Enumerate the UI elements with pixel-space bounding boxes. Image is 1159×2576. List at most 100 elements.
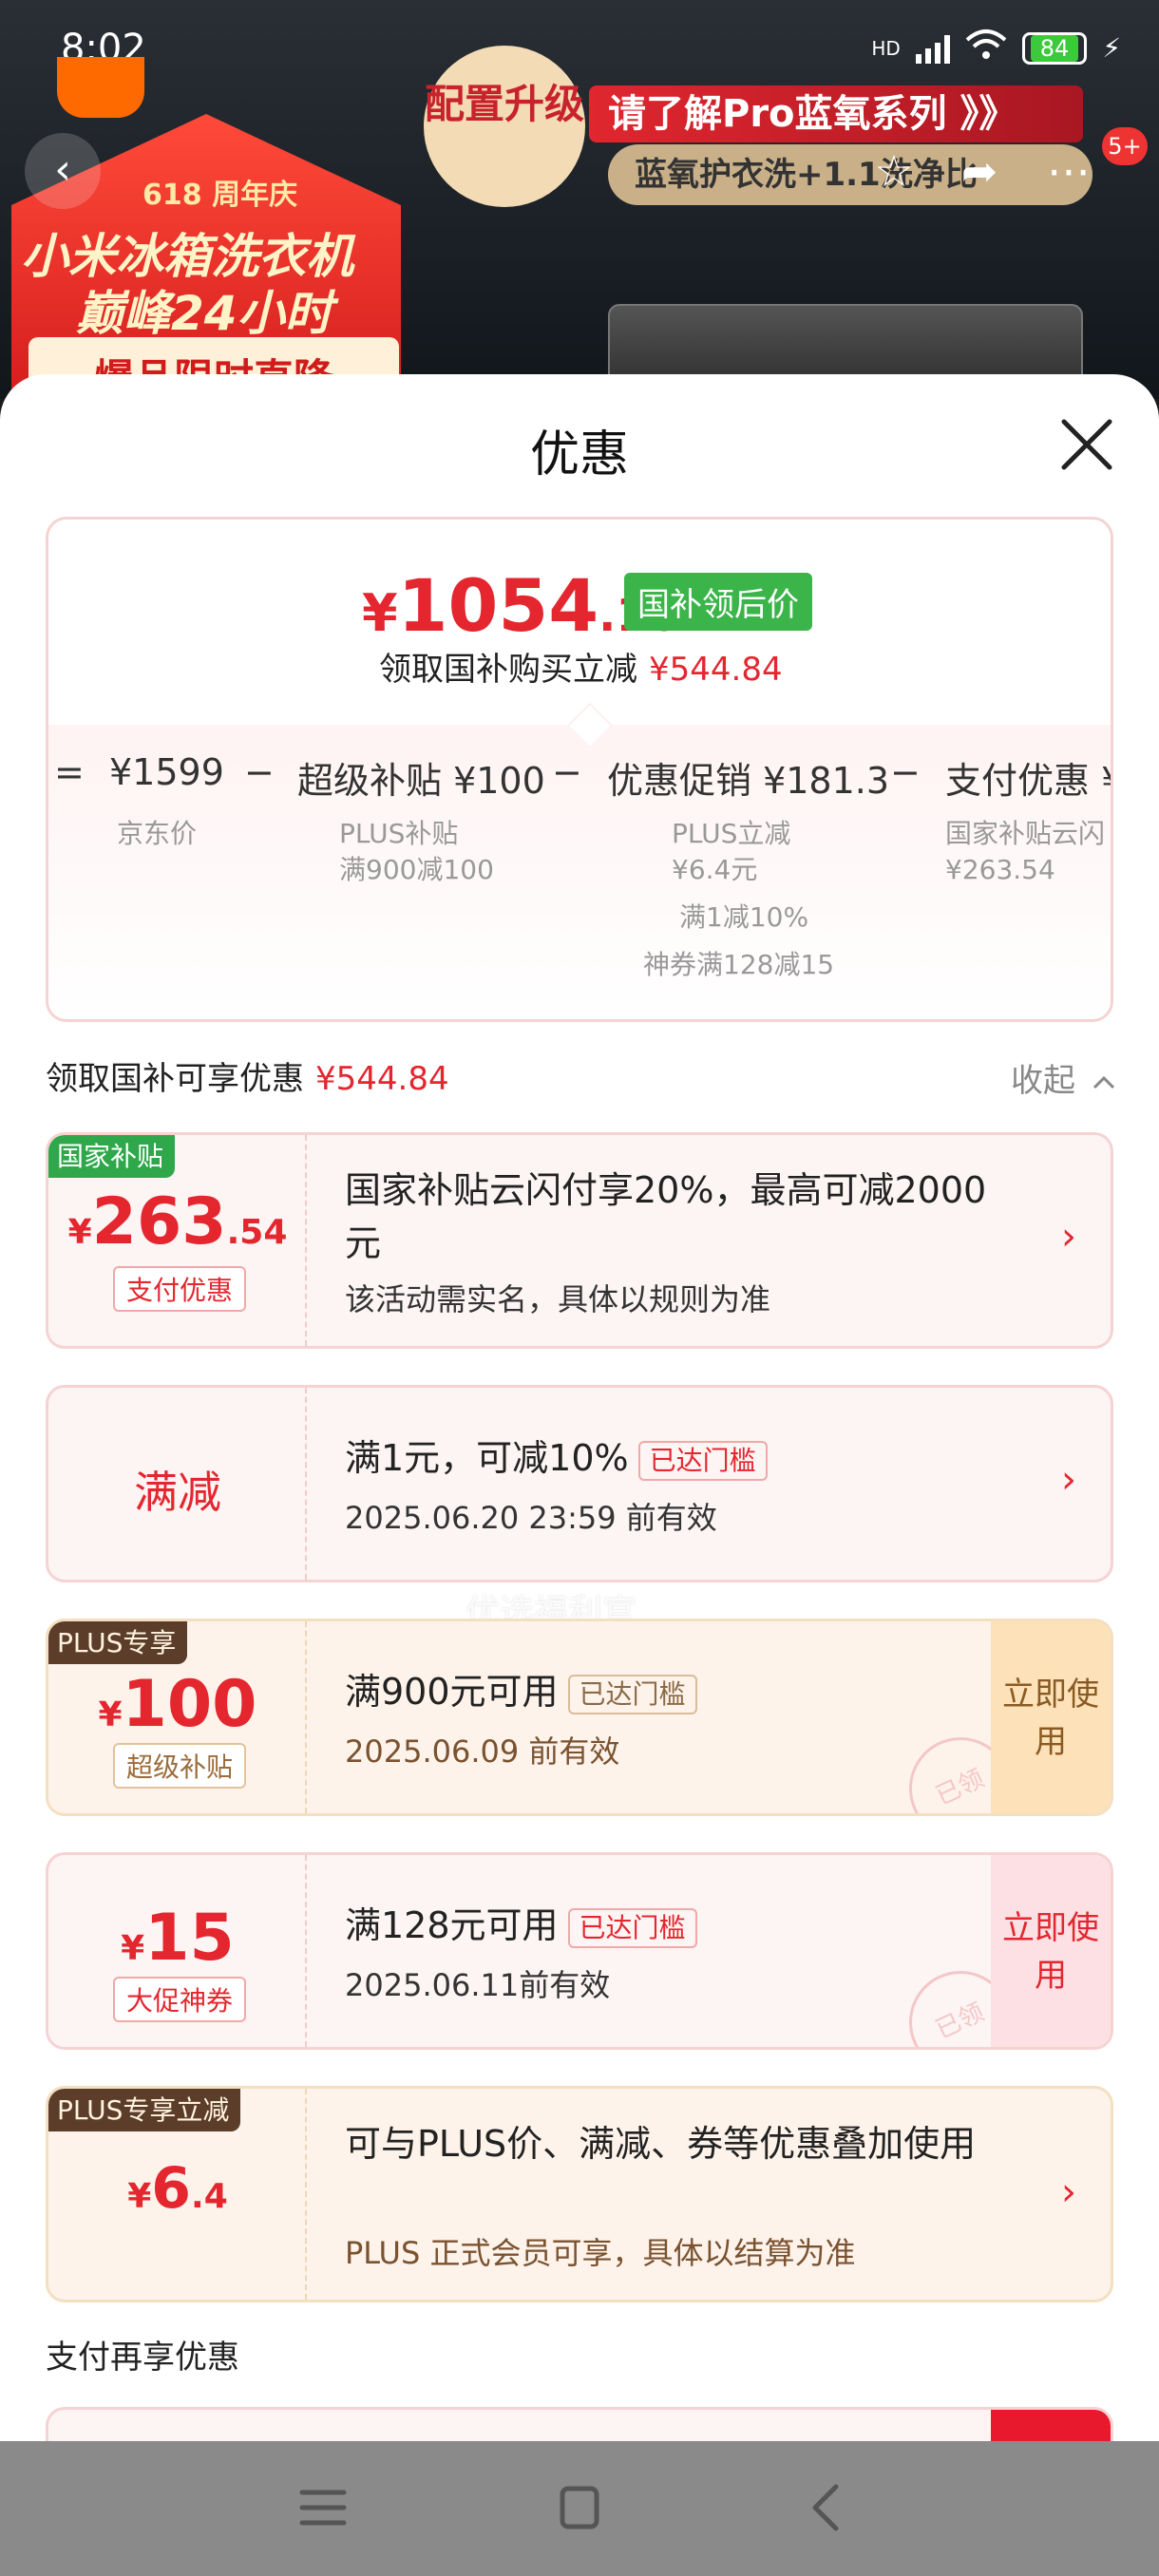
amount-integer: 15: [144, 1901, 235, 1976]
battery-level: 84: [1030, 34, 1079, 62]
use-now-button[interactable]: 立即使用: [991, 1621, 1111, 1813]
calc-promo-sub4: 神券满128减15: [643, 949, 835, 980]
calc-payment: 支付优惠 ¥: [945, 760, 1113, 802]
final-note-text: 领取国补购买立减: [379, 651, 637, 689]
calc-promotion: 优惠促销 ¥181.3: [607, 760, 890, 802]
calc-super-sub2: 满900减100: [339, 854, 494, 885]
coupon-desc: 2025.06.20 23:59 前有效: [345, 1500, 717, 1536]
use-now-button[interactable]: 立即使用: [991, 1855, 1111, 2047]
calc-jd-label: 京东价: [117, 818, 198, 849]
chevron-right-icon: ›: [1061, 2170, 1076, 2214]
coupon-title: 满128元可用 已达门槛: [345, 1899, 697, 1952]
signal-icon: [915, 33, 950, 64]
coupon-tag: PLUS专享立减: [48, 2089, 241, 2131]
coupon-full-reduction[interactable]: 满减 满1元，可减10% 已达门槛 2025.06.20 23:59 前有效 ›: [46, 1385, 1113, 1582]
coupon-subtag: 大促神券: [113, 1977, 246, 2022]
more-icon[interactable]: ⋯: [1036, 138, 1102, 204]
coupon-title: 国家补贴云闪付享20%，最高可减2000元: [345, 1169, 987, 1264]
coupon-plus-instant[interactable]: PLUS专享立减 ¥6.4 可与PLUS价、满减、券等优惠叠加使用 PLUS 正…: [46, 2086, 1113, 2302]
coupon-title-text: 满1元，可减10%: [345, 1437, 629, 1479]
price-breakdown-card: ¥1054.16 国补领后价 领取国补购买立减¥544.84 = ¥1599 京…: [46, 517, 1113, 1022]
calc-promo-sub2: ¥6.4元: [672, 854, 758, 885]
coupon-tag: PLUS专享: [48, 1621, 188, 1664]
back-arrow-icon: [812, 2484, 839, 2531]
calc-super-sub1: PLUS补贴: [339, 818, 459, 849]
calc-pay-sub2: ¥263.54: [945, 854, 1055, 885]
back-button[interactable]: ‹: [25, 133, 101, 209]
price-integer: 1054: [397, 563, 599, 648]
coupon-title-text: 满128元可用: [345, 1904, 559, 1946]
calc-promo-sub1: PLUS立减: [672, 818, 791, 849]
final-note-amount: ¥544.84: [649, 651, 783, 689]
coupon-amount: ¥100: [48, 1667, 307, 1742]
brand-logo: [57, 57, 144, 118]
home-square-icon: [560, 2486, 599, 2529]
system-navigation-bar: [0, 2441, 1159, 2576]
coupon-amount: ¥15: [48, 1901, 307, 1976]
coupon-desc: 2025.06.09 前有效: [345, 1733, 620, 1770]
section-payment-discount: 支付再享优惠: [46, 2339, 239, 2377]
coupon-label: 满减: [134, 1467, 221, 1518]
coupon-amount: ¥263.54: [48, 1184, 307, 1260]
chevron-right-icon: ›: [1061, 1215, 1076, 1259]
price-tag: 国补领后价: [624, 573, 812, 631]
amount-integer: 263: [91, 1184, 227, 1260]
amount-currency: ¥: [98, 1695, 123, 1734]
menu-nav-button[interactable]: [285, 2479, 361, 2536]
calc-promo-sub3: 满1减10%: [679, 901, 809, 933]
coupon-promo-voucher[interactable]: ¥15 大促神券 满128元可用 已达门槛 2025.06.11前有效 已领 立即…: [46, 1852, 1113, 2050]
calc-minus: −: [890, 751, 921, 793]
final-note: 领取国补购买立减 ¥544.84: [379, 643, 783, 690]
coupon-plus-super-subsidy[interactable]: PLUS专享 ¥100 超级补贴 满900元可用 已达门槛 2025.06.09 …: [46, 1619, 1113, 1816]
close-icon: [1061, 419, 1112, 470]
collapse-button[interactable]: 收起: [1011, 1054, 1116, 1101]
favorite-star-icon[interactable]: ☆: [861, 138, 927, 204]
coupon-subtag: 超级补贴: [113, 1743, 246, 1789]
coupon-desc: 2025.06.11前有效: [345, 1967, 611, 2003]
amount-integer: 100: [122, 1667, 257, 1742]
calc-jd-price: ¥1599: [109, 751, 224, 793]
amount-currency: ¥: [127, 2177, 152, 2216]
coupon-subtag: 支付优惠: [113, 1266, 246, 1312]
product-banner: 8:02 HD 84 ⚡ 618 周年庆 小米冰箱洗衣机 巅峰24小时 爆品限时…: [0, 0, 1159, 399]
threshold-badge: 已达门槛: [637, 1440, 768, 1481]
chevron-up-icon: [1092, 1075, 1114, 1089]
close-button[interactable]: [1056, 414, 1117, 475]
network-type: HD: [871, 36, 901, 60]
share-icon[interactable]: ➦: [946, 138, 1013, 204]
discount-sheet: 优惠 ¥1054.16 国补领后价 领取国补购买立减¥544.84 = ¥159…: [0, 374, 1159, 2576]
menu-icon: [299, 2490, 347, 2526]
coupon-title: 可与PLUS价、满减、券等优惠叠加使用: [345, 2123, 977, 2165]
chevron-right-icon: ›: [1061, 1458, 1076, 1502]
coupon-national-subsidy[interactable]: 国家补贴 ¥263.54 支付优惠 国家补贴云闪付享20%，最高可减2000元 …: [46, 1132, 1113, 1349]
amount-integer: 6: [151, 2155, 192, 2222]
coupon-desc: 该活动需实名，具体以规则为准: [345, 1281, 771, 1317]
coupon-desc: PLUS 正式会员可享，具体以结算为准: [345, 2235, 856, 2271]
section-amount: ¥544.84: [315, 1060, 449, 1098]
home-nav-button[interactable]: [542, 2479, 618, 2536]
wifi-icon: [965, 28, 1007, 67]
calc-equals: =: [54, 751, 85, 793]
back-nav-button[interactable]: [788, 2479, 864, 2536]
sheet-title: 优惠: [529, 426, 629, 483]
threshold-badge: 已达门槛: [567, 1907, 697, 1948]
collapse-label: 收起: [1011, 1062, 1075, 1100]
banner-subtitle: 蓝氧护衣洗+1.1洗净比: [608, 144, 1092, 205]
amount-decimal: .54: [226, 1213, 288, 1252]
promo-anniversary: 618 周年庆: [142, 179, 298, 212]
message-badge: 5+: [1102, 127, 1148, 165]
calc-super-subsidy: 超级补贴 ¥100: [297, 760, 545, 802]
coupon-tag: 国家补贴: [48, 1135, 176, 1178]
section-national-subsidy: 领取国补可享优惠 ¥544.84: [46, 1052, 449, 1099]
price-currency: ¥: [362, 583, 398, 643]
calc-minus: −: [552, 751, 582, 793]
amount-decimal: .4: [191, 2177, 228, 2216]
calc-minus: −: [244, 751, 275, 793]
coupon-amount: ¥6.4: [48, 2155, 307, 2222]
threshold-badge: 已达门槛: [567, 1674, 697, 1714]
charging-icon: ⚡: [1102, 32, 1121, 64]
section-label-text: 领取国补可享优惠: [46, 1060, 304, 1098]
coupon-title: 满1元，可减10% 已达门槛: [345, 1431, 768, 1485]
banner-title: 请了解Pro蓝氧系列 》》: [589, 85, 1083, 142]
battery-icon: 84: [1021, 31, 1088, 65]
